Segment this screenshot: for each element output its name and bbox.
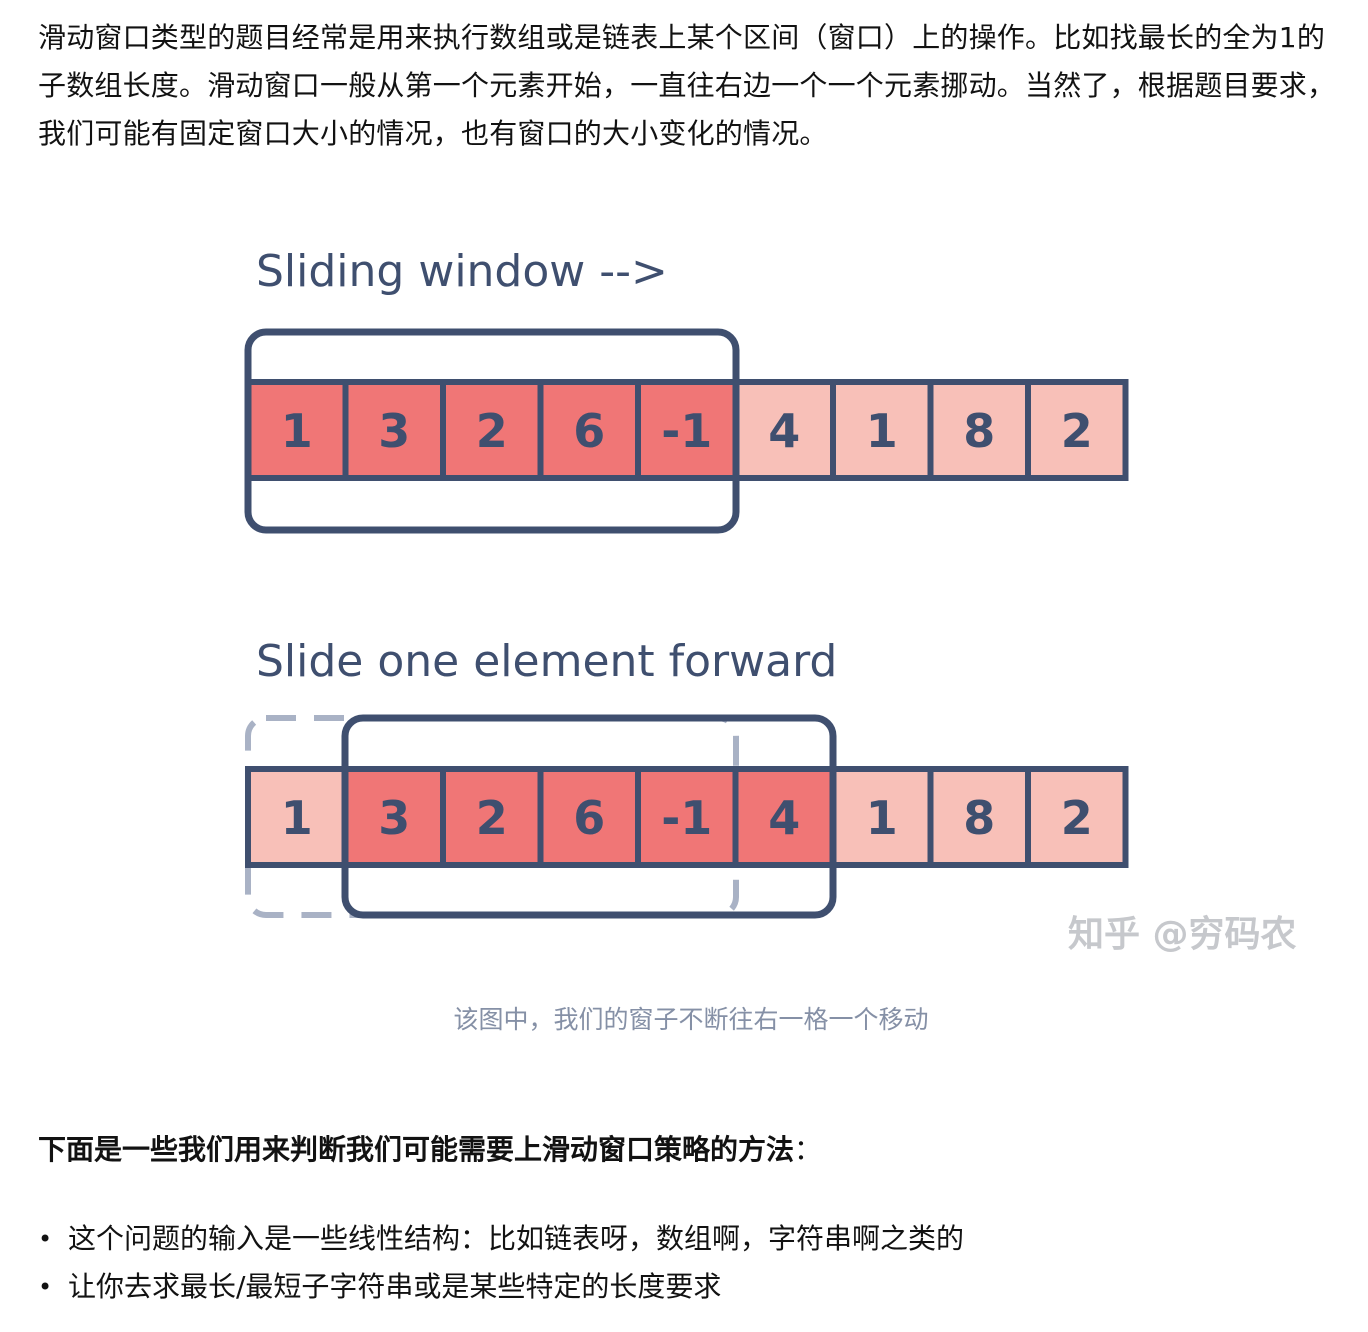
criteria-item: 这个问题的输入是一些线性结构：比如链表呀，数组啊，字符串啊之类的 [38,1215,964,1263]
array-value: 1 [281,791,313,845]
panel1-array: 1 3 2 6 -1 4 1 8 2 [245,379,1129,481]
array-value: 6 [573,791,605,845]
figure-caption: 该图中，我们的窗子不断往右一格一个移动 [453,1005,929,1034]
method-lead: 下面是一些我们用来判断我们可能需要上滑动窗口策略的方法： [38,1126,822,1174]
array-value: 1 [866,404,898,458]
method-lead-bold: 下面是一些我们用来判断我们可能需要上滑动窗口策略的方法 [38,1133,795,1166]
method-lead-colon: ： [794,1133,823,1166]
criteria-item: 让你去求最长/最短子字符串或是某些特定的长度要求 [38,1263,964,1311]
panel2-array: 1 3 2 6 -1 4 1 8 2 [245,766,1129,868]
panel1-title: Sliding window --> [256,246,668,297]
array-value: 4 [768,404,800,458]
array-value: 2 [476,404,508,458]
array-value: -1 [661,791,712,845]
intro-paragraph: 滑动窗口类型的题目经常是用来执行数组或是链表上某个区间（窗口）上的操作。比如找最… [38,21,1336,150]
criteria-list: 这个问题的输入是一些线性结构：比如链表呀，数组啊，字符串啊之类的 让你去求最长/… [38,1215,964,1311]
array-value: 6 [573,404,605,458]
array-value: -1 [661,404,712,458]
array-value: 3 [378,791,410,845]
watermark: 知乎 @穷码农 [1068,914,1297,955]
array-value: 1 [866,791,898,845]
sliding-window-figure: Sliding window --> 1 3 2 6 -1 4 1 8 2 Slide one … [0,210,1368,970]
array-value: 4 [768,791,800,845]
array-value: 2 [1061,404,1093,458]
sliding-window-diagram: Sliding window --> 1 3 2 6 -1 4 1 8 2 Slide one … [244,246,1297,955]
array-value: 8 [963,791,995,845]
array-value: 2 [1061,791,1093,845]
array-value: 3 [378,404,410,458]
array-value: 1 [281,404,313,458]
array-value: 2 [476,791,508,845]
panel2-title: Slide one element forward [256,636,837,687]
array-value: 8 [963,404,995,458]
